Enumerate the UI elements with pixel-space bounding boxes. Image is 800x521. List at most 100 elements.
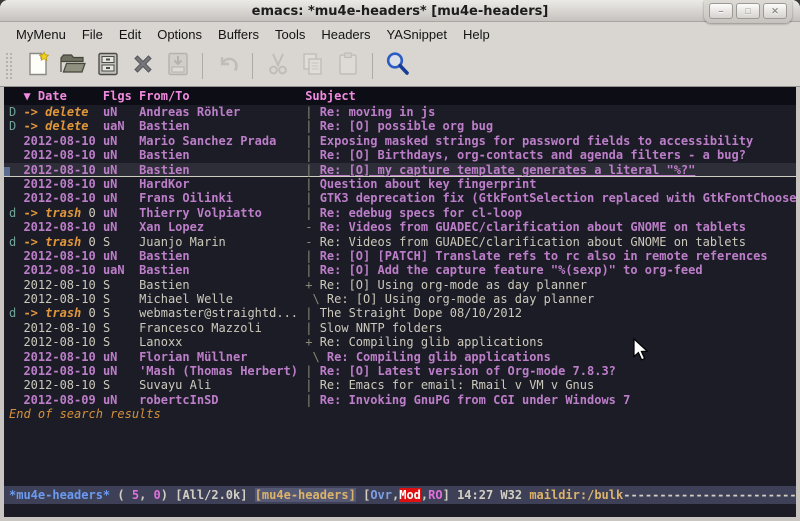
- menu-tools[interactable]: Tools: [267, 25, 313, 44]
- message-row[interactable]: D -> delete uN Andreas Röhler | Re: movi…: [4, 105, 796, 119]
- modeline-segment-num: 0: [154, 488, 161, 502]
- maximize-button[interactable]: □: [736, 3, 760, 19]
- search-icon: [384, 50, 412, 83]
- modeline-segment-plain: ------------------------: [623, 488, 796, 502]
- headers-column-header: ▼ Date Flgs From/To Subject: [4, 87, 796, 105]
- message-subject: Re: Compiling glib applications: [320, 335, 544, 349]
- message-subject: Re: Emacs for email: Rmail v VM v Gnus: [320, 378, 595, 392]
- menu-file[interactable]: File: [74, 25, 111, 44]
- modeline-segment-ovr: Ovr: [370, 488, 392, 502]
- modeline-segment-plain: [: [356, 488, 370, 502]
- toolbar-separator: [202, 53, 203, 79]
- message-list: D -> delete uN Andreas Röhler | Re: movi…: [4, 105, 796, 486]
- message-subject: Question about key fingerprint: [320, 177, 537, 191]
- minimize-button[interactable]: –: [709, 3, 733, 19]
- message-subject: Re: [O] Using org-mode as day planner: [320, 278, 587, 292]
- message-subject: Exposing masked strings for password fie…: [320, 134, 753, 148]
- message-subject: Re: Videos from GUADEC/clarification abo…: [320, 235, 746, 249]
- message-subject: Re: edebug specs for cl-loop: [320, 206, 522, 220]
- save-button[interactable]: [90, 50, 125, 82]
- message-row[interactable]: 2012-08-10 uN Bastien | Re: [O] my captu…: [4, 163, 796, 177]
- message-subject: GTK3 deprecation fix (GtkFontSelection r…: [320, 191, 796, 205]
- message-subject: The Straight Dope 08/10/2012: [320, 306, 522, 320]
- toolbar-separator: [372, 53, 373, 79]
- save-icon: [95, 51, 121, 82]
- message-row[interactable]: 2012-08-10 S Francesco Mazzoli | Slow NN…: [4, 321, 796, 335]
- message-row[interactable]: 2012-08-10 uN Xan Lopez - Re: Videos fro…: [4, 220, 796, 234]
- message-subject: Re: Videos from GUADEC/clarification abo…: [320, 220, 746, 234]
- message-row[interactable]: 2012-08-10 uN Florian Müllner \ Re: Comp…: [4, 350, 796, 364]
- cut-icon: [265, 51, 291, 82]
- paste-button: [330, 50, 365, 82]
- menu-mymenu[interactable]: MyMenu: [8, 25, 74, 44]
- emacs-window: emacs: *mu4e-headers* [mu4e-headers] –□✕…: [0, 0, 800, 521]
- message-row[interactable]: d -> trash 0 S Juanjo Marin - Re: Videos…: [4, 235, 796, 249]
- toolbar-grip-handle[interactable]: [5, 52, 14, 80]
- modeline-segment-plain: [All/2.0k]: [175, 488, 254, 502]
- copy-icon: [300, 51, 326, 82]
- message-row[interactable]: 2012-08-10 uN Bastien | Re: [O] [PATCH] …: [4, 249, 796, 263]
- menu-help[interactable]: Help: [455, 25, 498, 44]
- copy-button: [295, 50, 330, 82]
- message-subject: Re: Invoking GnuPG from CGI under Window…: [320, 393, 631, 407]
- toolbar-separator: [252, 53, 253, 79]
- modeline-segment-plain: ,: [139, 488, 153, 502]
- search-button[interactable]: [380, 50, 415, 82]
- message-subject: Slow NNTP folders: [320, 321, 443, 335]
- window-title: emacs: *mu4e-headers* [mu4e-headers]: [252, 4, 549, 19]
- menu-edit[interactable]: Edit: [111, 25, 149, 44]
- undo-button: [210, 50, 245, 82]
- close-buffer-icon: [131, 52, 155, 81]
- modeline-segment-ro: RO: [428, 488, 442, 502]
- message-row[interactable]: 2012-08-10 S Bastien + Re: [O] Using org…: [4, 278, 796, 292]
- modeline-segment-buffer: *mu4e-headers*: [9, 488, 110, 502]
- text-cursor: [4, 167, 10, 176]
- window-controls: –□✕: [704, 0, 792, 23]
- close-buffer-button[interactable]: [125, 50, 160, 82]
- modeline-segment-folder: maildir:/bulk: [529, 488, 623, 502]
- mode-line[interactable]: *mu4e-headers* ( 5, 0) [All/2.0k] [mu4e-…: [4, 486, 796, 504]
- end-of-results-text: End of search results: [4, 407, 796, 421]
- modeline-segment-plain: 14:27 W32: [457, 488, 529, 502]
- message-row[interactable]: d -> trash 0 S webmaster@straightd... | …: [4, 306, 796, 320]
- message-row[interactable]: 2012-08-10 uN Frans Oilinki | GTK3 depre…: [4, 191, 796, 205]
- tool-bar: [0, 46, 800, 87]
- message-subject: Re: [O] Using org-mode as day planner: [327, 292, 594, 306]
- modeline-segment-num: 5: [132, 488, 139, 502]
- menu-buffers[interactable]: Buffers: [210, 25, 267, 44]
- message-row[interactable]: 2012-08-09 uN robertcInSD | Re: Invoking…: [4, 393, 796, 407]
- message-subject: Re: Compiling glib applications: [327, 350, 551, 364]
- message-row[interactable]: 2012-08-10 uaN Bastien | Re: [O] Add the…: [4, 263, 796, 277]
- menu-headers[interactable]: Headers: [313, 25, 378, 44]
- menu-bar: MyMenuFileEditOptionsBuffersToolsHeaders…: [0, 22, 800, 46]
- message-row[interactable]: 2012-08-10 uN Bastien | Re: [O] Birthday…: [4, 148, 796, 162]
- modeline-segment-plain: ]: [443, 488, 457, 502]
- message-row[interactable]: 2012-08-10 uN Mario Sanchez Prada | Expo…: [4, 134, 796, 148]
- message-row[interactable]: 2012-08-10 uN 'Mash (Thomas Herbert) | R…: [4, 364, 796, 378]
- menu-yasnippet[interactable]: YASnippet: [378, 25, 454, 44]
- menu-options[interactable]: Options: [149, 25, 210, 44]
- message-row[interactable]: 2012-08-10 S Lanoxx + Re: Compiling glib…: [4, 335, 796, 349]
- message-row[interactable]: 2012-08-10 S Michael Welle \ Re: [O] Usi…: [4, 292, 796, 306]
- message-row[interactable]: 2012-08-10 uN HardKor | Question about k…: [4, 177, 796, 191]
- open-folder-button[interactable]: [55, 50, 90, 82]
- message-row[interactable]: D -> delete uaN Bastien | Re: [O] possib…: [4, 119, 796, 133]
- undo-icon: [215, 51, 241, 82]
- message-row[interactable]: 2012-08-10 S Suvayu Ali | Re: Emacs for …: [4, 378, 796, 392]
- mu4e-headers-buffer: ▼ Date Flgs From/To Subject D -> delete …: [4, 87, 796, 517]
- message-subject: Re: moving in js: [320, 105, 436, 119]
- message-subject: Re: [O] Add the capture feature "%(sexp)…: [320, 263, 703, 277]
- message-subject: Re: [O] [PATCH] Translate refs to rc als…: [320, 249, 768, 263]
- title-bar[interactable]: emacs: *mu4e-headers* [mu4e-headers] –□✕: [0, 0, 800, 22]
- save-as-button: [160, 50, 195, 82]
- message-subject: Re: [O] Latest version of Org-mode 7.8.3…: [320, 364, 616, 378]
- message-subject: Re: [O] Birthdays, org-contacts and agen…: [320, 148, 746, 162]
- modeline-segment-mod: Mod: [399, 488, 421, 502]
- message-row[interactable]: d -> trash 0 uN Thierry Volpiatto | Re: …: [4, 206, 796, 220]
- message-subject: Re: [O] possible org bug: [320, 119, 493, 133]
- close-button[interactable]: ✕: [763, 3, 787, 19]
- modeline-segment-plain: (: [110, 488, 132, 502]
- echo-area[interactable]: [4, 504, 796, 517]
- new-file-button[interactable]: [20, 50, 55, 82]
- save-as-icon: [165, 51, 191, 82]
